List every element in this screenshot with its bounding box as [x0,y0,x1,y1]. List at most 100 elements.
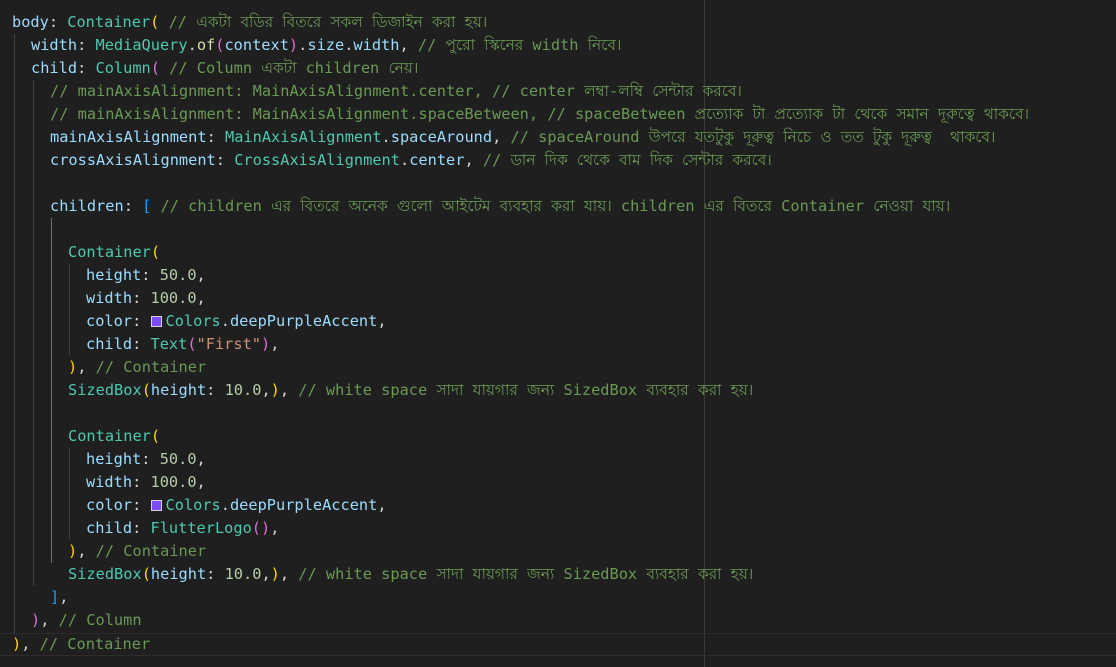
code-token: : [141,266,160,284]
code-token: child [86,519,133,537]
code-token: : [206,128,225,146]
code-token: // পুরো স্কিনের width নিবে। [417,36,622,54]
code-token: // Column একটা children নেয়। [169,59,419,77]
code-token: // Column [58,611,142,629]
code-token: ] [50,588,60,606]
code-line[interactable]: height: 50.0, [86,448,206,471]
code-token: color [86,312,133,330]
code-token: ) [288,36,299,54]
code-line[interactable]: ], [50,586,68,609]
code-token: Text [150,335,188,353]
code-token: MainAxisAlignment [224,128,382,146]
code-token: // একটা বডির বিতরে সকল ডিজাইন করা হয়। [168,13,488,31]
code-line[interactable]: ), // Container [68,356,206,379]
code-line[interactable]: // mainAxisAlignment: MainAxisAlignment.… [50,80,742,103]
code-token: , [196,266,206,284]
code-token: , [279,565,299,583]
code-token: , [77,358,96,376]
code-token: // mainAxisAlignment: MainAxisAlignment.… [50,82,742,100]
code-token: width [31,36,78,54]
code-token: 50.0 [159,266,197,284]
code-line[interactable]: height: 50.0, [86,264,206,287]
code-token: Container [68,243,151,261]
code-line[interactable]: width: 100.0, [86,471,206,494]
code-token: // Container [95,542,207,560]
code-token: body [12,13,49,31]
code-token: height [86,266,142,284]
code-token: height [86,450,142,468]
code-line[interactable]: // mainAxisAlignment: MainAxisAlignment.… [50,103,1029,126]
code-token: , [270,335,280,353]
code-token: ) [68,358,78,376]
code-token: ) [68,542,78,560]
code-line[interactable]: Container( [68,241,160,264]
code-token: , [279,381,299,399]
code-token: of [196,36,216,54]
code-token: children [50,197,124,215]
code-token: , [21,635,40,653]
code-token: , [399,36,418,54]
code-token: : [132,335,151,353]
code-line[interactable]: ), // Column [31,609,142,632]
color-swatch[interactable] [151,500,163,511]
code-token: height [150,381,207,399]
code-token: MediaQuery [95,36,188,54]
code-token: crossAxisAlignment [50,151,216,169]
code-token: : [206,565,225,583]
code-line[interactable]: ), // Container [0,633,1116,656]
code-token: SizedBox [68,565,142,583]
code-token: ( [150,243,161,261]
code-line[interactable]: color: Colors.deepPurpleAccent, [86,494,387,517]
code-token: ( [141,381,151,399]
code-line[interactable]: child: Column( // Column একটা children ন… [31,57,418,80]
code-token: . [399,151,410,169]
code-line[interactable]: Container( [68,425,160,448]
indent-guide [14,34,15,633]
code-line[interactable]: child: FlutterLogo(), [86,517,279,540]
code-token: : [123,197,143,215]
code-token: Container [67,13,151,31]
code-token: CrossAxisAlignment [234,151,400,169]
code-line[interactable]: mainAxisAlignment: MainAxisAlignment.spa… [50,126,995,149]
code-token: , [196,289,206,307]
code-token: // mainAxisAlignment: MainAxisAlignment.… [50,105,1030,123]
code-token: width [86,473,133,491]
code-token: // children এর বিতরে অনেক গুলো আইটেম ব্য… [160,197,951,215]
code-token: 100.0 [150,473,197,491]
code-editor[interactable]: body: Container( // একটা বডির বিতরে সকল … [0,0,1116,667]
code-token: () [251,519,271,537]
code-token: 10.0 [224,381,262,399]
code-token: height [150,565,207,583]
indent-guide [69,448,70,540]
code-token: FlutterLogo [150,519,252,537]
indent-guide [69,264,70,356]
code-line[interactable]: SizedBox(height: 10.0,), // white space … [68,379,753,402]
code-line[interactable]: crossAxisAlignment: CrossAxisAlignment.c… [50,149,772,172]
code-token: 50.0 [159,450,197,468]
color-swatch[interactable] [151,316,163,327]
indent-guide [33,80,34,586]
code-line[interactable]: ), // Container [68,540,206,563]
code-line[interactable]: width: 100.0, [86,287,206,310]
code-line[interactable]: child: Text("First"), [86,333,279,356]
code-token: color [86,496,133,514]
code-token: , [40,611,59,629]
code-token: ( [141,565,151,583]
code-line[interactable]: body: Container( // একটা বডির বিতরে সকল … [12,11,487,34]
code-token: , [377,496,387,514]
code-token: : [215,151,235,169]
code-token: [ [142,197,161,215]
code-token: ( [150,427,161,445]
code-token: : [77,59,96,77]
code-line[interactable]: SizedBox(height: 10.0,), // white space … [68,563,753,586]
code-token: : [77,36,96,54]
code-line[interactable]: width: MediaQuery.of(context).size.width… [31,34,621,57]
code-token: Colors [165,312,221,330]
code-line[interactable]: children: [ // children এর বিতরে অনেক গু… [50,195,950,218]
code-token: : [132,519,151,537]
code-token: ( [150,59,170,77]
code-token: // white space সাদা যায়গার জন্য SizedBo… [298,381,754,399]
code-token: // white space সাদা যায়গার জন্য SizedBo… [298,565,754,583]
code-line[interactable]: color: Colors.deepPurpleAccent, [86,310,387,333]
code-token: : [132,496,151,514]
